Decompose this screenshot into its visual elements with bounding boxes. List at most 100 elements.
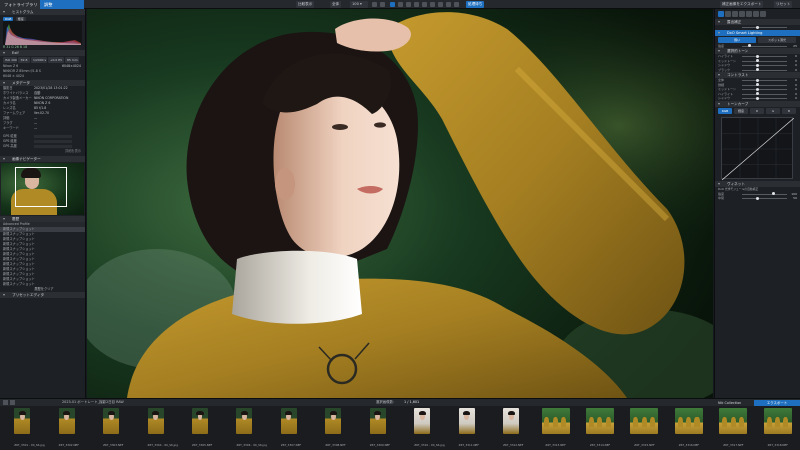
thumbnail-hair (463, 410, 471, 416)
filmstrip-thumbnail[interactable]: Z6T_3301 - 90_S6.jpg (14, 408, 45, 447)
thumbnail-image (719, 408, 748, 434)
perspective-tool-icon[interactable] (406, 2, 411, 7)
filmstrip-thumbnail[interactable]: Z6T_3304 - 90_S6.jpg (147, 408, 178, 447)
panel-title: 選択的トーン (727, 49, 749, 53)
slider-knob[interactable] (771, 192, 775, 196)
compare-button[interactable]: 比較表示 (296, 1, 315, 8)
shadow-warning-icon[interactable] (454, 2, 459, 7)
curve-tab-luma[interactable]: 輝度 (734, 107, 748, 114)
slider-track (742, 27, 787, 28)
filmstrip-thumbnail[interactable]: Z6T_3309.NEF (369, 408, 390, 447)
metadata-more-link[interactable]: 詳細を表示 (0, 149, 85, 154)
curve-tab-b[interactable]: B (782, 107, 796, 114)
smart-lighting-header[interactable]: DxO Smart Lighting (715, 29, 800, 36)
filmstrip-thumbnail[interactable]: Z6T_3303.NEF (103, 408, 123, 447)
local-adjust-tool-icon[interactable] (430, 2, 435, 7)
favorites-tab-icon[interactable] (760, 11, 766, 17)
tone-curve-header[interactable]: トーンカーブ (715, 100, 800, 107)
thumbnail-image (325, 408, 342, 434)
meta-label: フラグ (3, 121, 13, 125)
preset-editor-header[interactable]: プリセットエディタ (0, 292, 85, 298)
crop-tool-icon[interactable] (380, 2, 385, 7)
meta-label: ファームウェア (3, 111, 26, 115)
mode-weak-button[interactable]: 弱い (718, 36, 756, 43)
filmstrip-thumbnail[interactable]: Z6T_3318.NEF (763, 408, 792, 447)
histogram-header[interactable]: ヒストグラム (0, 9, 85, 15)
meta-label: 評価 (3, 116, 10, 120)
slider-knob[interactable] (756, 87, 759, 91)
panel-title: Exif (12, 51, 19, 55)
fit-button[interactable]: 全体 (330, 1, 342, 8)
panel-title: プリセットエディタ (12, 293, 45, 297)
process-button[interactable]: 処理待ち (466, 1, 485, 8)
redeye-tool-icon[interactable] (414, 2, 419, 7)
filmstrip-thumbnail[interactable]: Z6T_3302.NEF (58, 408, 79, 447)
slider-knob[interactable] (756, 92, 759, 96)
tab-customize[interactable]: 調整 (40, 0, 84, 9)
tab-photo-library[interactable]: フォトライブラリ (0, 0, 40, 9)
filmstrip-thumbnail[interactable]: Z6T_3306 - 90_S6.jpg (236, 408, 267, 447)
slider-knob[interactable] (756, 59, 759, 63)
effects-tab-icon[interactable] (753, 11, 759, 17)
highlight-warning-icon[interactable] (446, 2, 451, 7)
filmstrip-thumbnail[interactable]: Z6T_3310 - 90_S6.jpg (414, 408, 445, 447)
panel-title: 露出補正 (727, 20, 742, 24)
filmstrip-thumbnail[interactable]: Z6T_3305.NEF (192, 408, 212, 447)
filmstrip-thumbnail[interactable]: Z6T_3307.NEF (280, 408, 301, 447)
gps-field[interactable] (34, 140, 72, 143)
sort-icon[interactable] (10, 400, 15, 405)
filmstrip-thumbnail[interactable]: Z6T_3314.NEF (586, 408, 614, 447)
thumbnail-hair (240, 410, 248, 416)
curve-tab-r[interactable]: R (750, 107, 764, 114)
tab-label: フォトライブラリ (4, 2, 38, 7)
slider-knob[interactable] (756, 25, 759, 29)
filmstrip-thumbnail[interactable]: Z6T_3312.NEF (503, 408, 523, 447)
geometry-tab-icon[interactable] (739, 11, 745, 17)
filmstrip-thumbnail[interactable]: Z6T_3316.NEF (674, 408, 703, 447)
mode-spot-button[interactable]: スポット測光 (758, 36, 796, 43)
export-corrected-button[interactable]: 補正画像をエクスポート (720, 1, 764, 8)
navigator-viewport-frame[interactable] (15, 167, 67, 207)
vignette-mid-slider[interactable]: 中間 50 (718, 196, 797, 201)
slider-knob[interactable] (756, 196, 759, 200)
slider-knob[interactable] (756, 68, 759, 72)
hand-tool-icon[interactable] (372, 2, 377, 7)
slider-knob[interactable] (756, 54, 759, 58)
white-balance-tool-icon[interactable] (390, 2, 395, 7)
filmstrip-thumbnail[interactable]: Z6T_3313.NEF (541, 408, 570, 447)
zoom-select[interactable]: 100 ▾ (350, 1, 368, 8)
watermark-tool-icon[interactable] (438, 2, 443, 7)
tone-curve-graph[interactable] (721, 116, 795, 180)
slider-knob[interactable] (756, 83, 759, 87)
filter-icon[interactable] (3, 400, 8, 405)
thumbnail-figure (686, 417, 692, 428)
filmstrip-thumbnail[interactable]: Z6T_3315.NEF (630, 408, 659, 447)
detail-tab-icon[interactable] (732, 11, 738, 17)
thumbnail-hair (507, 410, 515, 416)
gps-field[interactable] (34, 135, 72, 138)
curve-tab-rgb[interactable]: RGB (718, 107, 732, 114)
color-tab-icon[interactable] (725, 11, 731, 17)
thumbnail-figure (588, 417, 594, 428)
exif-ev: +0.0 EV (48, 57, 64, 63)
navigator-header[interactable]: 画像ナビゲーター (0, 156, 85, 162)
slider-knob[interactable] (756, 96, 759, 100)
curve-tab-g[interactable]: G (766, 107, 780, 114)
image-viewer[interactable] (87, 9, 713, 398)
repair-tool-icon[interactable] (422, 2, 427, 7)
reset-button[interactable]: リセット (774, 1, 793, 8)
navigator-preview[interactable] (1, 163, 84, 215)
light-tab-icon[interactable] (718, 11, 724, 17)
button-label: 補正画像をエクスポート (722, 2, 762, 6)
thumbnail-image (58, 408, 75, 434)
exif-header[interactable]: Exif (0, 50, 85, 56)
local-tab-icon[interactable] (746, 11, 752, 17)
filmstrip-thumbnail[interactable]: Z6T_3311.NEF (458, 408, 479, 447)
gps-field[interactable] (34, 145, 72, 148)
horizon-tool-icon[interactable] (398, 2, 403, 7)
slider-knob[interactable] (748, 44, 752, 48)
slider-knob[interactable] (756, 78, 759, 82)
filmstrip-thumbnail[interactable]: Z6T_3308.NEF (325, 408, 346, 447)
slider-knob[interactable] (756, 63, 759, 67)
filmstrip-thumbnail[interactable]: Z6T_3317.NEF (719, 408, 748, 447)
